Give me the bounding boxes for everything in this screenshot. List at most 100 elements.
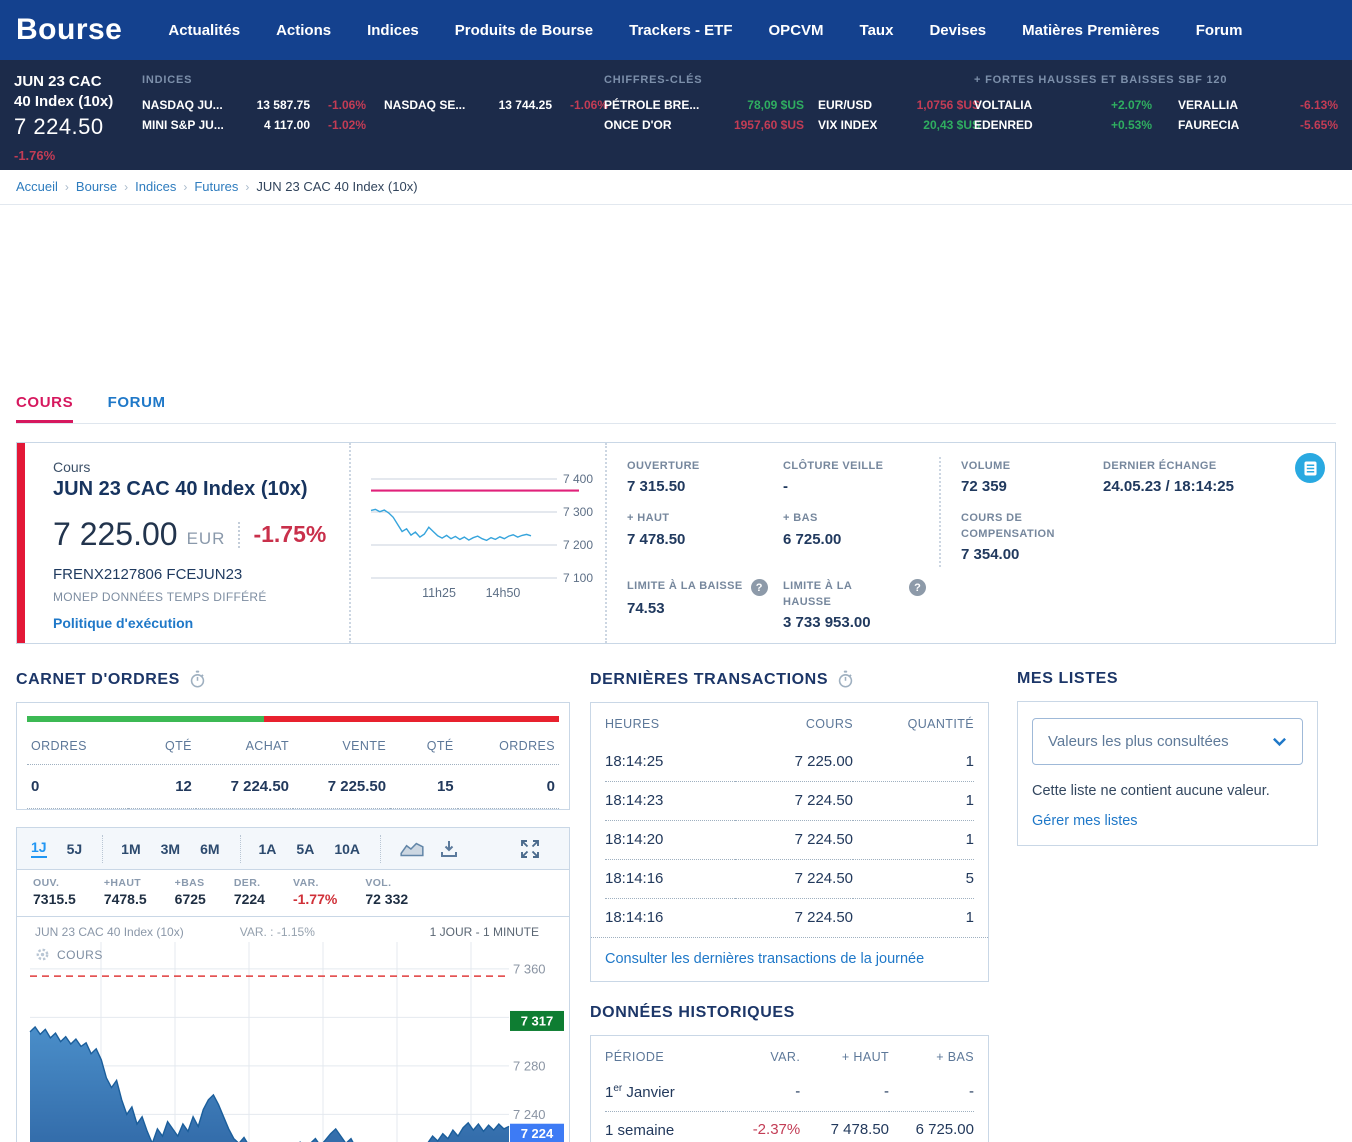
transactions-title: DERNIÈRES TRANSACTIONS	[590, 671, 828, 689]
nav-item-indices[interactable]: Indices	[367, 22, 419, 39]
main-chart-area[interactable]: 7 3607 3207 2807 2407 2007 3177 2247 197…	[17, 917, 569, 1142]
lists-dropdown-value: Valeurs les plus consultées	[1048, 733, 1229, 750]
ad-space	[0, 205, 1352, 370]
ticker-entry[interactable]: MINI S&P JU... 4 117.00 -1.02%	[142, 118, 366, 132]
ticker-entry[interactable]: FAURECIA -5.65%	[1152, 118, 1338, 132]
stopwatch-icon[interactable]	[837, 670, 854, 689]
download-icon	[439, 839, 459, 859]
mes-listes-header: MES LISTES	[1017, 670, 1318, 688]
ticker-entry[interactable]: VIX INDEX 20,43 $US	[804, 118, 980, 132]
help-icon[interactable]	[909, 579, 926, 596]
timeframe-5a[interactable]: 5A	[296, 841, 314, 857]
quote-change: -1.75%	[253, 521, 326, 548]
sell-qty: 15	[390, 765, 458, 809]
historical-title: DONNÉES HISTORIQUES	[590, 1004, 795, 1022]
ticker-entry[interactable]: PÉTROLE BRE... 78,09 $US	[604, 98, 804, 112]
sell-price[interactable]: 7 225.50	[293, 765, 390, 809]
execution-policy-link[interactable]: Politique d'exécution	[53, 615, 349, 631]
buy-price[interactable]: 7 224.50	[196, 765, 293, 809]
order-book-ratio-bar	[27, 716, 559, 722]
historical-section: DONNÉES HISTORIQUES PÉRIODE VAR. + HAUT …	[590, 1004, 989, 1142]
breadcrumb-current: JUN 23 CAC 40 Index (10x)	[256, 179, 417, 194]
chart-toolbar: 1J 5J 1M 3M 6M 1A 5A 10A	[17, 828, 569, 870]
chart-stats-row: OUV.7315.5 +HAUT7478.5 +BAS6725 DER.7224…	[17, 870, 569, 917]
nav-item-produits[interactable]: Produits de Bourse	[455, 22, 593, 39]
manage-lists-link[interactable]: Gérer mes listes	[1032, 813, 1303, 829]
page: Bourse Actualités Actions Indices Produi…	[0, 0, 1352, 1142]
chart-period: 1 JOUR - 1 MINUTE	[430, 925, 539, 939]
breadcrumb-separator: ›	[245, 180, 249, 194]
transaction-row: 18:14:167 224.505	[605, 859, 974, 898]
timeframe-5j[interactable]: 5J	[67, 841, 83, 857]
historical-headers: PÉRIODE VAR. + HAUT + BAS	[605, 1036, 974, 1074]
logo[interactable]: Bourse	[16, 13, 122, 47]
timeframe-1m[interactable]: 1M	[121, 841, 140, 857]
download-button[interactable]	[439, 839, 459, 859]
timeframe-3m[interactable]: 3M	[161, 841, 180, 857]
fullscreen-button[interactable]	[519, 838, 541, 860]
transactions-panel: HEURES COURS QUANTITÉ 18:14:257 225.001 …	[590, 702, 989, 982]
ticker-entry[interactable]: VOLTALIA +2.07%	[974, 98, 1152, 112]
nav-item-trackers[interactable]: Trackers - ETF	[629, 22, 732, 39]
ticker-strip: JUN 23 CAC 40 Index (10x) 7 224.50 -1.76…	[0, 60, 1352, 170]
nav-item-opcvm[interactable]: OPCVM	[769, 22, 824, 39]
breadcrumb-futures[interactable]: Futures	[194, 179, 238, 194]
ticker-entry[interactable]: VERALLIA -6.13%	[1152, 98, 1338, 112]
breadcrumb-separator: ›	[65, 180, 69, 194]
timeframe-1a[interactable]: 1A	[259, 841, 277, 857]
tab-forum[interactable]: FORUM	[108, 394, 166, 420]
nav-item-devises[interactable]: Devises	[929, 22, 986, 39]
chart-stat-vol: VOL.72 332	[365, 877, 408, 907]
order-book-buy-bar	[27, 716, 264, 722]
timeframe-1j[interactable]: 1J	[31, 839, 47, 858]
stat-dernier-echange: DERNIER ÉCHANGE 24.05.23 / 18:14:25	[1103, 459, 1317, 495]
transactions-link[interactable]: Consulter les dernières transactions de …	[591, 937, 988, 981]
ticker-group-chiffres: CHIFFRES-CLÉS PÉTROLE BRE... 78,09 $US O…	[604, 72, 974, 170]
chevron-down-icon	[1272, 737, 1287, 747]
quote-card: Cours JUN 23 CAC 40 Index (10x) 7 225.00…	[16, 442, 1336, 644]
breadcrumb-separator: ›	[183, 180, 187, 194]
tab-cours[interactable]: COURS	[16, 394, 73, 423]
quote-isin: FRENX2127806 FCEJUN23	[53, 566, 349, 583]
svg-text:7 300: 7 300	[563, 505, 593, 519]
ticker-entry[interactable]: ONCE D'OR 1957,60 $US	[604, 118, 804, 132]
timeframe-6m[interactable]: 6M	[200, 841, 219, 857]
order-book-headers: ORDRES QTÉ ACHAT VENTE QTÉ ORDRES	[27, 726, 559, 765]
ticker-entry[interactable]: NASDAQ SE... 13 744.25 -1.06%	[384, 98, 608, 112]
ticker-group-hausses-baisses: + FORTES HAUSSES ET BAISSES SBF 120 VOLT…	[974, 72, 1338, 170]
chart-title: JUN 23 CAC 40 Index (10x)	[35, 925, 184, 939]
breadcrumb-accueil[interactable]: Accueil	[16, 179, 58, 194]
chart-stat-ouv: OUV.7315.5	[33, 877, 76, 907]
ticker-entry[interactable]: NASDAQ JU... 13 587.75 -1.06%	[142, 98, 366, 112]
order-book-header: CARNET D'ORDRES	[16, 670, 570, 689]
nav-item-forum[interactable]: Forum	[1196, 22, 1243, 39]
nav-item-matieres[interactable]: Matières Premières	[1022, 22, 1160, 39]
nav-item-actualites[interactable]: Actualités	[168, 22, 240, 39]
ticker-entry[interactable]: EUR/USD 1,0756 $US	[804, 98, 980, 112]
lists-dropdown[interactable]: Valeurs les plus consultées	[1032, 718, 1303, 765]
chart-type-button[interactable]	[399, 839, 425, 859]
breadcrumb-indices[interactable]: Indices	[135, 179, 176, 194]
chart-variation: VAR. : -1.15%	[240, 925, 315, 939]
breadcrumb: Accueil› Bourse› Indices› Futures› JUN 2…	[0, 170, 1352, 205]
ticker-entry[interactable]: EDENRED +0.53%	[974, 118, 1152, 132]
transactions-headers: HEURES COURS QUANTITÉ	[605, 703, 974, 743]
transaction-row: 18:14:167 224.501	[605, 898, 974, 937]
timeframe-10a[interactable]: 10A	[334, 841, 360, 857]
chart-legend: COURS	[35, 947, 103, 962]
chart-stat-der: DER.7224	[234, 877, 265, 907]
ticker-instrument[interactable]: JUN 23 CAC 40 Index (10x) 7 224.50 -1.76…	[14, 72, 142, 170]
chart-stat-haut: +HAUT7478.5	[104, 877, 147, 907]
nav-item-taux[interactable]: Taux	[860, 22, 894, 39]
ticker-group-title: CHIFFRES-CLÉS	[604, 74, 974, 86]
quote-currency: EUR	[187, 529, 226, 553]
order-book-title: CARNET D'ORDRES	[16, 671, 180, 689]
breadcrumb-bourse[interactable]: Bourse	[76, 179, 117, 194]
nav-item-actions[interactable]: Actions	[276, 22, 331, 39]
historical-panel: PÉRIODE VAR. + HAUT + BAS 1er Janvier --…	[590, 1035, 989, 1142]
svg-text:7 100: 7 100	[563, 571, 593, 585]
help-icon[interactable]	[751, 579, 768, 596]
stopwatch-icon[interactable]	[189, 670, 206, 689]
document-button[interactable]	[1295, 453, 1325, 483]
gear-icon[interactable]	[35, 947, 50, 962]
